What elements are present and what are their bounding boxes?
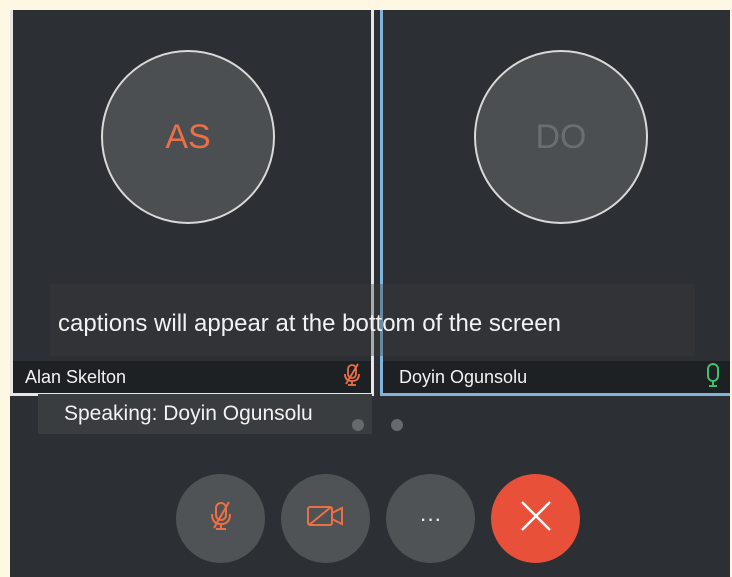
participant-name-bar: Doyin Ogunsolu (383, 361, 730, 393)
participant-name: Alan Skelton (25, 366, 127, 387)
avatar: AS (101, 50, 275, 224)
caption-text: captions will appear at the bottom of th… (58, 310, 561, 337)
active-mic-icon (706, 362, 720, 393)
participant-name-bar: Alan Skelton (13, 361, 371, 393)
call-controls: ··· (176, 474, 580, 563)
speaking-indicator: Speaking: Doyin Ogunsolu (38, 394, 372, 434)
muted-mic-icon (210, 500, 232, 538)
avatar-initials: AS (165, 117, 211, 156)
call-screen: AS Alan Skelton DO Doyin Ogunsolu captio… (10, 10, 730, 577)
page-dot[interactable] (352, 419, 364, 431)
muted-mic-icon (343, 363, 361, 392)
avatar-initials: DO (535, 117, 587, 156)
video-toggle-button[interactable] (281, 474, 370, 563)
video-off-icon (306, 503, 346, 535)
close-icon (519, 499, 553, 539)
avatar: DO (474, 50, 648, 224)
mute-button[interactable] (176, 474, 265, 563)
more-icon: ··· (419, 505, 442, 531)
end-call-button[interactable] (491, 474, 580, 563)
participant-name: Doyin Ogunsolu (399, 366, 528, 387)
more-options-button[interactable]: ··· (386, 474, 475, 563)
speaking-text: Speaking: Doyin Ogunsolu (64, 402, 313, 425)
page-dot[interactable] (391, 419, 403, 431)
